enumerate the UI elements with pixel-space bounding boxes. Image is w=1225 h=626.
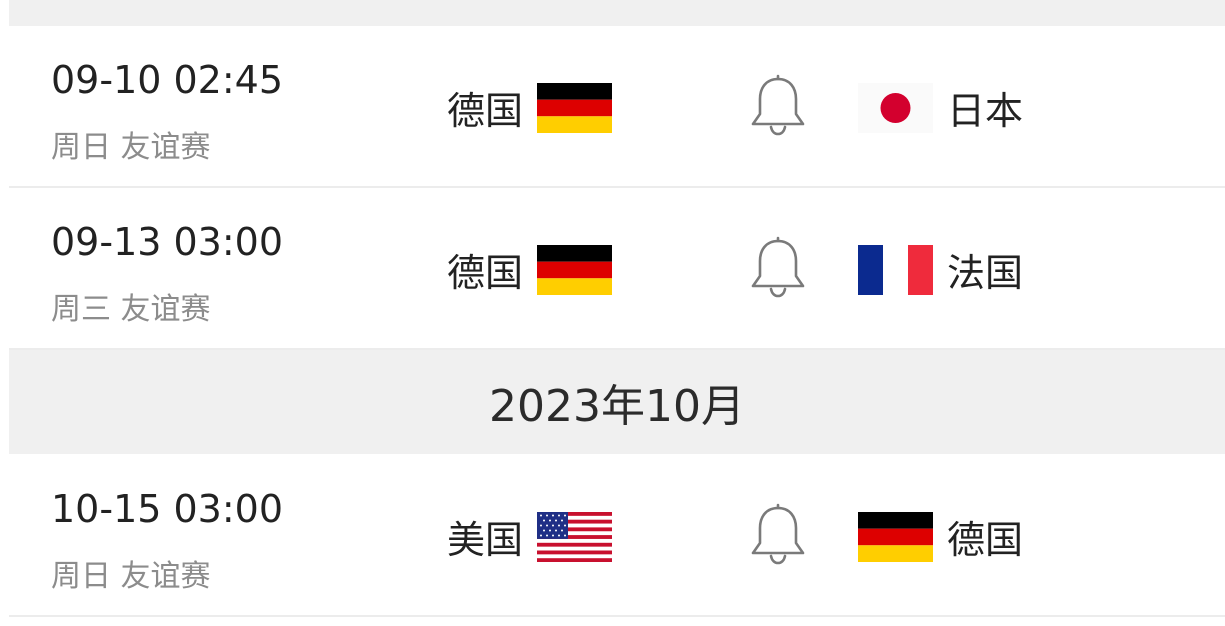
match-meta: 周日 友谊赛 — [51, 551, 211, 595]
match-competition: 友谊赛 — [120, 292, 211, 327]
home-team-name: 美国 — [446, 518, 523, 562]
match-schedule-page: 09-10 02:45 周日 友谊赛 德国 日本 09-13 03:00 周三 … — [0, 0, 1225, 626]
match-day: 周日 — [51, 559, 111, 594]
match-competition: 友谊赛 — [120, 130, 211, 165]
month-label: 2023年10月 — [489, 381, 745, 432]
home-team[interactable]: 德国 — [447, 80, 612, 135]
match-row[interactable]: 09-10 02:45 周日 友谊赛 德国 日本 — [9, 26, 1225, 188]
match-time: 10-15 03:00 — [51, 487, 284, 531]
away-team-name: 德国 — [947, 518, 1024, 562]
match-row[interactable]: 10-15 03:00 周日 友谊赛 美国 德国 — [9, 455, 1225, 617]
bell-icon[interactable] — [749, 503, 807, 565]
away-team[interactable]: 日本 — [858, 80, 1023, 135]
match-meta: 周日 友谊赛 — [51, 122, 211, 166]
match-day: 周三 — [51, 292, 111, 327]
top-separator — [9, 0, 1225, 26]
home-team[interactable]: 德国 — [447, 242, 612, 297]
bell-icon[interactable] — [749, 74, 807, 136]
japan-flag-icon — [858, 82, 933, 133]
home-team-name: 德国 — [446, 251, 523, 295]
match-meta: 周三 友谊赛 — [51, 284, 211, 328]
month-section-header: 2023年10月 — [9, 350, 1225, 454]
away-team-name: 日本 — [947, 89, 1024, 133]
home-team-name: 德国 — [446, 89, 523, 133]
usa-flag-icon — [537, 511, 612, 562]
match-day: 周日 — [51, 130, 111, 165]
germany-flag-icon — [537, 244, 612, 295]
france-flag-icon — [858, 244, 933, 295]
match-time: 09-13 03:00 — [51, 220, 284, 264]
away-team[interactable]: 法国 — [858, 242, 1023, 297]
away-team-name: 法国 — [947, 251, 1024, 295]
match-row[interactable]: 09-13 03:00 周三 友谊赛 德国 法国 — [9, 188, 1225, 350]
match-time: 09-10 02:45 — [51, 58, 284, 102]
match-competition: 友谊赛 — [120, 559, 211, 594]
away-team[interactable]: 德国 — [858, 509, 1023, 564]
germany-flag-icon — [858, 511, 933, 562]
home-team[interactable]: 美国 — [447, 509, 612, 564]
bell-icon[interactable] — [749, 236, 807, 298]
germany-flag-icon — [537, 82, 612, 133]
